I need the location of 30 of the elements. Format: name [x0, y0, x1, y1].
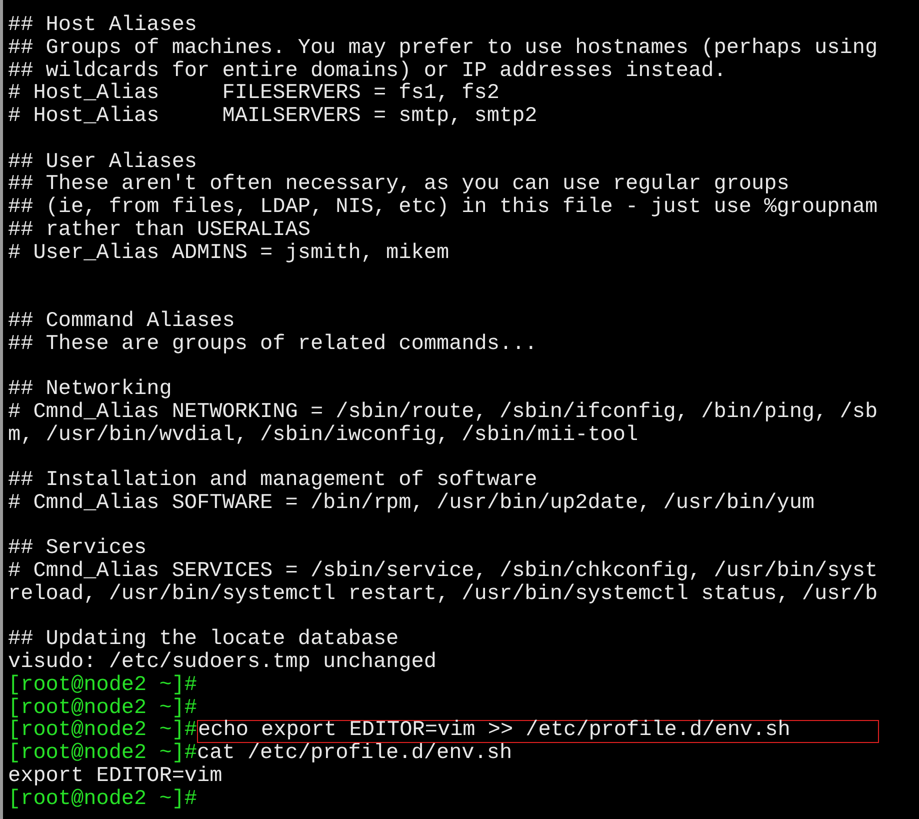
shell-prompt: [root@node2 ~]#	[8, 698, 198, 720]
output-line: m, /usr/bin/wvdial, /sbin/iwconfig, /sbin/mii-tool	[8, 424, 638, 448]
output-line: export EDITOR=vim	[8, 766, 222, 788]
output-line: ## (ie, from files, LDAP, NIS, etc) in this file - just use %groupnam	[8, 197, 878, 220]
command-text: cat /etc/profile.d/env.sh	[197, 743, 512, 766]
output-line: ## User Aliases	[8, 152, 198, 174]
output-line: ## Host Aliases	[8, 15, 198, 38]
output-line: reload, /usr/bin/systemctl restart, /usr/bin/systemctl status, /usr/b	[8, 584, 878, 606]
shell-prompt: [root@node2 ~]#	[8, 788, 198, 812]
output-line: ## Command Aliases	[8, 310, 235, 334]
output-line: ## Networking	[8, 379, 172, 402]
output-line: ## wildcards for entire domains) or IP addresses instead.	[8, 60, 726, 82]
output-line: ## Installation and management of software	[8, 470, 538, 492]
shell-prompt: [root@node2 ~]#	[8, 674, 198, 698]
output-line: ## These are groups of related commands...	[8, 334, 538, 356]
output-line: # Cmnd_Alias NETWORKING = /sbin/route, /sbin/ifconfig, /bin/ping, /sb	[8, 402, 878, 424]
output-line: # User_Alias ADMINS = jsmith, mikem	[8, 242, 450, 266]
output-line: # Cmnd_Alias SERVICES = /sbin/service, /sbin/chkconfig, /usr/bin/syst	[8, 561, 878, 584]
shell-prompt: [root@node2 ~]#	[8, 743, 198, 766]
output-line: ## Updating the locate database	[8, 629, 399, 652]
output-line: # Cmnd_Alias SOFTWARE = /bin/rpm, /usr/bin/up2date, /usr/bin/yum	[8, 492, 815, 516]
output-line: ## Services	[8, 538, 147, 560]
highlighted-command: echo export EDITOR=vim >> /etc/profile.d/env.sh	[197, 720, 880, 743]
output-line: ## These aren't often necessary, as you can use regular groups	[8, 174, 790, 196]
output-line: ## Groups of machines. You may prefer to use hostnames (perhaps using	[8, 38, 878, 60]
output-line: visudo: /etc/sudoers.tmp unchanged	[8, 652, 436, 674]
output-line: # Host_Alias MAILSERVERS = smtp, smtp2	[8, 106, 538, 129]
shell-prompt: [root@node2 ~]#	[8, 720, 198, 742]
output-line: # Host_Alias FILESERVERS = fs1, fs2	[8, 83, 500, 106]
output-line: ## rather than USERALIAS	[8, 220, 310, 242]
